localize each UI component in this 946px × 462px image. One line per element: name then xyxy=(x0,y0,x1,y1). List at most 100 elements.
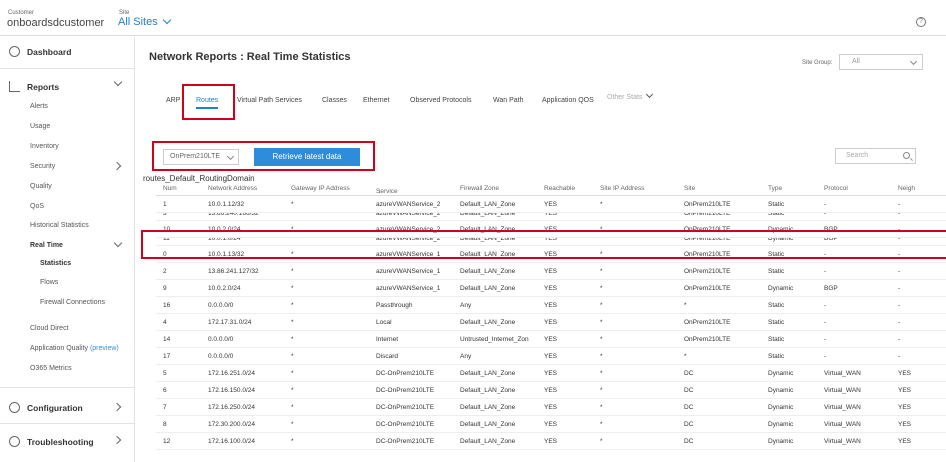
table-cell: OnPrem210LTE xyxy=(684,268,731,275)
table-cell: * xyxy=(291,387,294,394)
table-row[interactable]: 2 13.86.241.127/32 * azureVWANService_1 Defa… xyxy=(156,263,946,280)
table-cell: 172.16.250.0/24 xyxy=(208,404,255,411)
table-row[interactable]: 6 172.16.150.0/24 * DC-OnPrem210LTE Default_… xyxy=(156,382,946,399)
table-cell: - xyxy=(824,268,827,275)
table-cell: * xyxy=(684,353,687,360)
table-cell: DC-OnPrem210LTE xyxy=(376,404,435,411)
sidebar: Dashboard Reports Alerts Usage Inventory… xyxy=(0,37,135,462)
sidebar-item-troubleshooting[interactable]: Troubleshooting xyxy=(9,436,94,447)
sidebar-item-usage[interactable]: Usage xyxy=(30,123,50,130)
table-cell: 17 xyxy=(163,353,171,360)
table-cell: * xyxy=(291,268,294,275)
table-cell: * xyxy=(600,201,603,208)
column-header[interactable]: Site xyxy=(684,185,695,192)
retrieve-button[interactable]: Retrieve latest data xyxy=(254,148,360,166)
column-header[interactable]: Num xyxy=(163,185,177,192)
tab-application-qos[interactable]: Application QOS xyxy=(542,97,594,104)
table-cell: Static xyxy=(768,353,785,360)
table-row[interactable]: 16 0.0.0.0/0 * Passthrough Any YES * * Static - - xyxy=(156,297,946,314)
tab-virtual-path-services[interactable]: Virtual Path Services xyxy=(237,97,302,104)
table-cell: * xyxy=(600,268,603,275)
sidebar-item-label: Configuration xyxy=(27,402,83,413)
column-header[interactable]: Network Address xyxy=(208,185,257,192)
column-header[interactable]: Reachable xyxy=(544,185,575,192)
table-cell: DC-OnPrem210LTE xyxy=(376,438,435,445)
table-row[interactable]: 17 0.0.0.0/0 * Discard Any YES * * Static - - xyxy=(156,348,946,365)
table-row[interactable]: 7 172.16.250.0/24 * DC-OnPrem210LTE Default_… xyxy=(156,399,946,416)
table-cell: OnPrem210LTE xyxy=(684,285,731,292)
column-header[interactable]: Gateway IP Address xyxy=(291,185,350,192)
sidebar-item-cloud-direct[interactable]: Cloud Direct xyxy=(30,325,69,332)
column-header[interactable]: Firewall Zone xyxy=(460,185,499,192)
sidebar-item-statistics[interactable]: Statistics xyxy=(40,260,71,267)
sidebar-item-configuration[interactable]: Configuration xyxy=(9,402,83,413)
table-cell: - xyxy=(824,319,827,326)
chevron-down-icon[interactable] xyxy=(113,77,123,87)
column-header[interactable]: Site IP Address xyxy=(600,185,644,192)
tab-other-stats[interactable]: Other Stats xyxy=(607,90,654,101)
sidebar-item-qos[interactable]: QoS xyxy=(30,203,44,210)
sidebar-item-reports[interactable]: Reports xyxy=(9,81,59,92)
table-cell: YES xyxy=(544,421,558,428)
table-row[interactable]: 3 13.86.240.166/32 * azureVWANService_2 Defa… xyxy=(156,213,946,221)
table-cell: 10.0.1.12/32 xyxy=(208,201,245,208)
chevron-right-icon[interactable] xyxy=(112,402,122,412)
sidebar-item-application-quality[interactable]: Application Quality (preview) xyxy=(30,345,119,352)
chevron-down-icon[interactable] xyxy=(113,238,123,248)
table-row[interactable]: 12 172.16.100.0/24 * DC-OnPrem210LTE Default… xyxy=(156,433,946,450)
tab-observed-protocols[interactable]: Observed Protocols xyxy=(410,97,471,104)
table-cell: YES xyxy=(898,404,912,411)
table-cell: Default_LAN_Zone xyxy=(460,319,516,326)
sidebar-item-o365-metrics[interactable]: O365 Metrics xyxy=(30,365,72,372)
device-select[interactable]: OnPrem210LTE xyxy=(163,149,239,165)
sidebar-item-dashboard[interactable]: Dashboard xyxy=(9,46,71,57)
chevron-right-icon[interactable] xyxy=(112,435,122,445)
table-cell: azureVWANService_2 xyxy=(376,213,441,217)
page-title: Network Reports : Real Time Statistics xyxy=(149,51,351,63)
sidebar-item-firewall-connections[interactable]: Firewall Connections xyxy=(40,299,105,306)
table-cell: YES xyxy=(898,387,912,394)
preview-label: (preview) xyxy=(89,345,119,352)
main-content: Network Reports : Real Time Statistics S… xyxy=(136,37,946,462)
table-cell: Default_LAN_Zone xyxy=(460,438,516,445)
chevron-down-icon xyxy=(909,57,918,66)
sidebar-item-inventory[interactable]: Inventory xyxy=(30,143,59,150)
sidebar-item-flows[interactable]: Flows xyxy=(40,279,58,286)
table-row[interactable]: 8 172.30.200.0/24 * DC-OnPrem210LTE Default_… xyxy=(156,416,946,433)
table-row[interactable]: 9 10.0.2.0/24 * azureVWANService_1 Default_L… xyxy=(156,280,946,297)
table-cell: * xyxy=(600,353,603,360)
site-selector[interactable]: All Sites xyxy=(118,15,171,28)
sidebar-item-real-time[interactable]: Real Time xyxy=(30,242,63,249)
table-row[interactable]: 14 0.0.0.0/0 * Internet Untrusted_Internet_Z… xyxy=(156,331,946,348)
customer-name[interactable]: onboardsdcustomer xyxy=(7,17,104,29)
sidebar-item-security[interactable]: Security xyxy=(30,163,55,170)
sidebar-item-historical-statistics[interactable]: Historical Statistics xyxy=(30,222,89,229)
table-cell: 172.30.200.0/24 xyxy=(208,421,255,428)
table-cell: OnPrem210LTE xyxy=(684,336,731,343)
column-header[interactable]: Protocol xyxy=(824,185,848,192)
sidebar-item-label: Application Quality xyxy=(30,345,88,352)
table-row[interactable]: 5 172.16.251.0/24 * DC-OnPrem210LTE Default_… xyxy=(156,365,946,382)
sidebar-item-quality[interactable]: Quality xyxy=(30,183,52,190)
site-group-select[interactable]: All xyxy=(839,54,923,70)
table-cell: DC xyxy=(684,387,694,394)
table-row[interactable]: 4 172.17.31.0/24 * Local Default_LAN_Zone YES… xyxy=(156,314,946,331)
table-cell: * xyxy=(600,438,603,445)
table-row[interactable]: 1 10.0.1.12/32 * azureVWANService_2 Default_… xyxy=(156,196,946,213)
table-cell: Virtual_WAN xyxy=(824,387,861,394)
tab-classes[interactable]: Classes xyxy=(322,97,347,104)
table-cell: YES xyxy=(544,201,558,208)
table-cell: Static xyxy=(768,302,785,309)
column-header[interactable]: Neigh xyxy=(898,185,915,192)
table-cell: * xyxy=(291,438,294,445)
help-icon[interactable]: ? xyxy=(916,17,926,27)
column-header[interactable]: Type xyxy=(768,185,782,192)
search-placeholder: Search xyxy=(846,152,869,159)
tab-arp[interactable]: ARP xyxy=(166,97,180,104)
tab-wan-path[interactable]: Wan Path xyxy=(493,97,523,104)
tab-ethernet[interactable]: Ethernet xyxy=(363,97,389,104)
sidebar-item-alerts[interactable]: Alerts xyxy=(30,103,48,110)
table-cell: * xyxy=(291,285,294,292)
search-input[interactable]: Search xyxy=(835,148,916,164)
chevron-right-icon[interactable] xyxy=(112,161,122,171)
